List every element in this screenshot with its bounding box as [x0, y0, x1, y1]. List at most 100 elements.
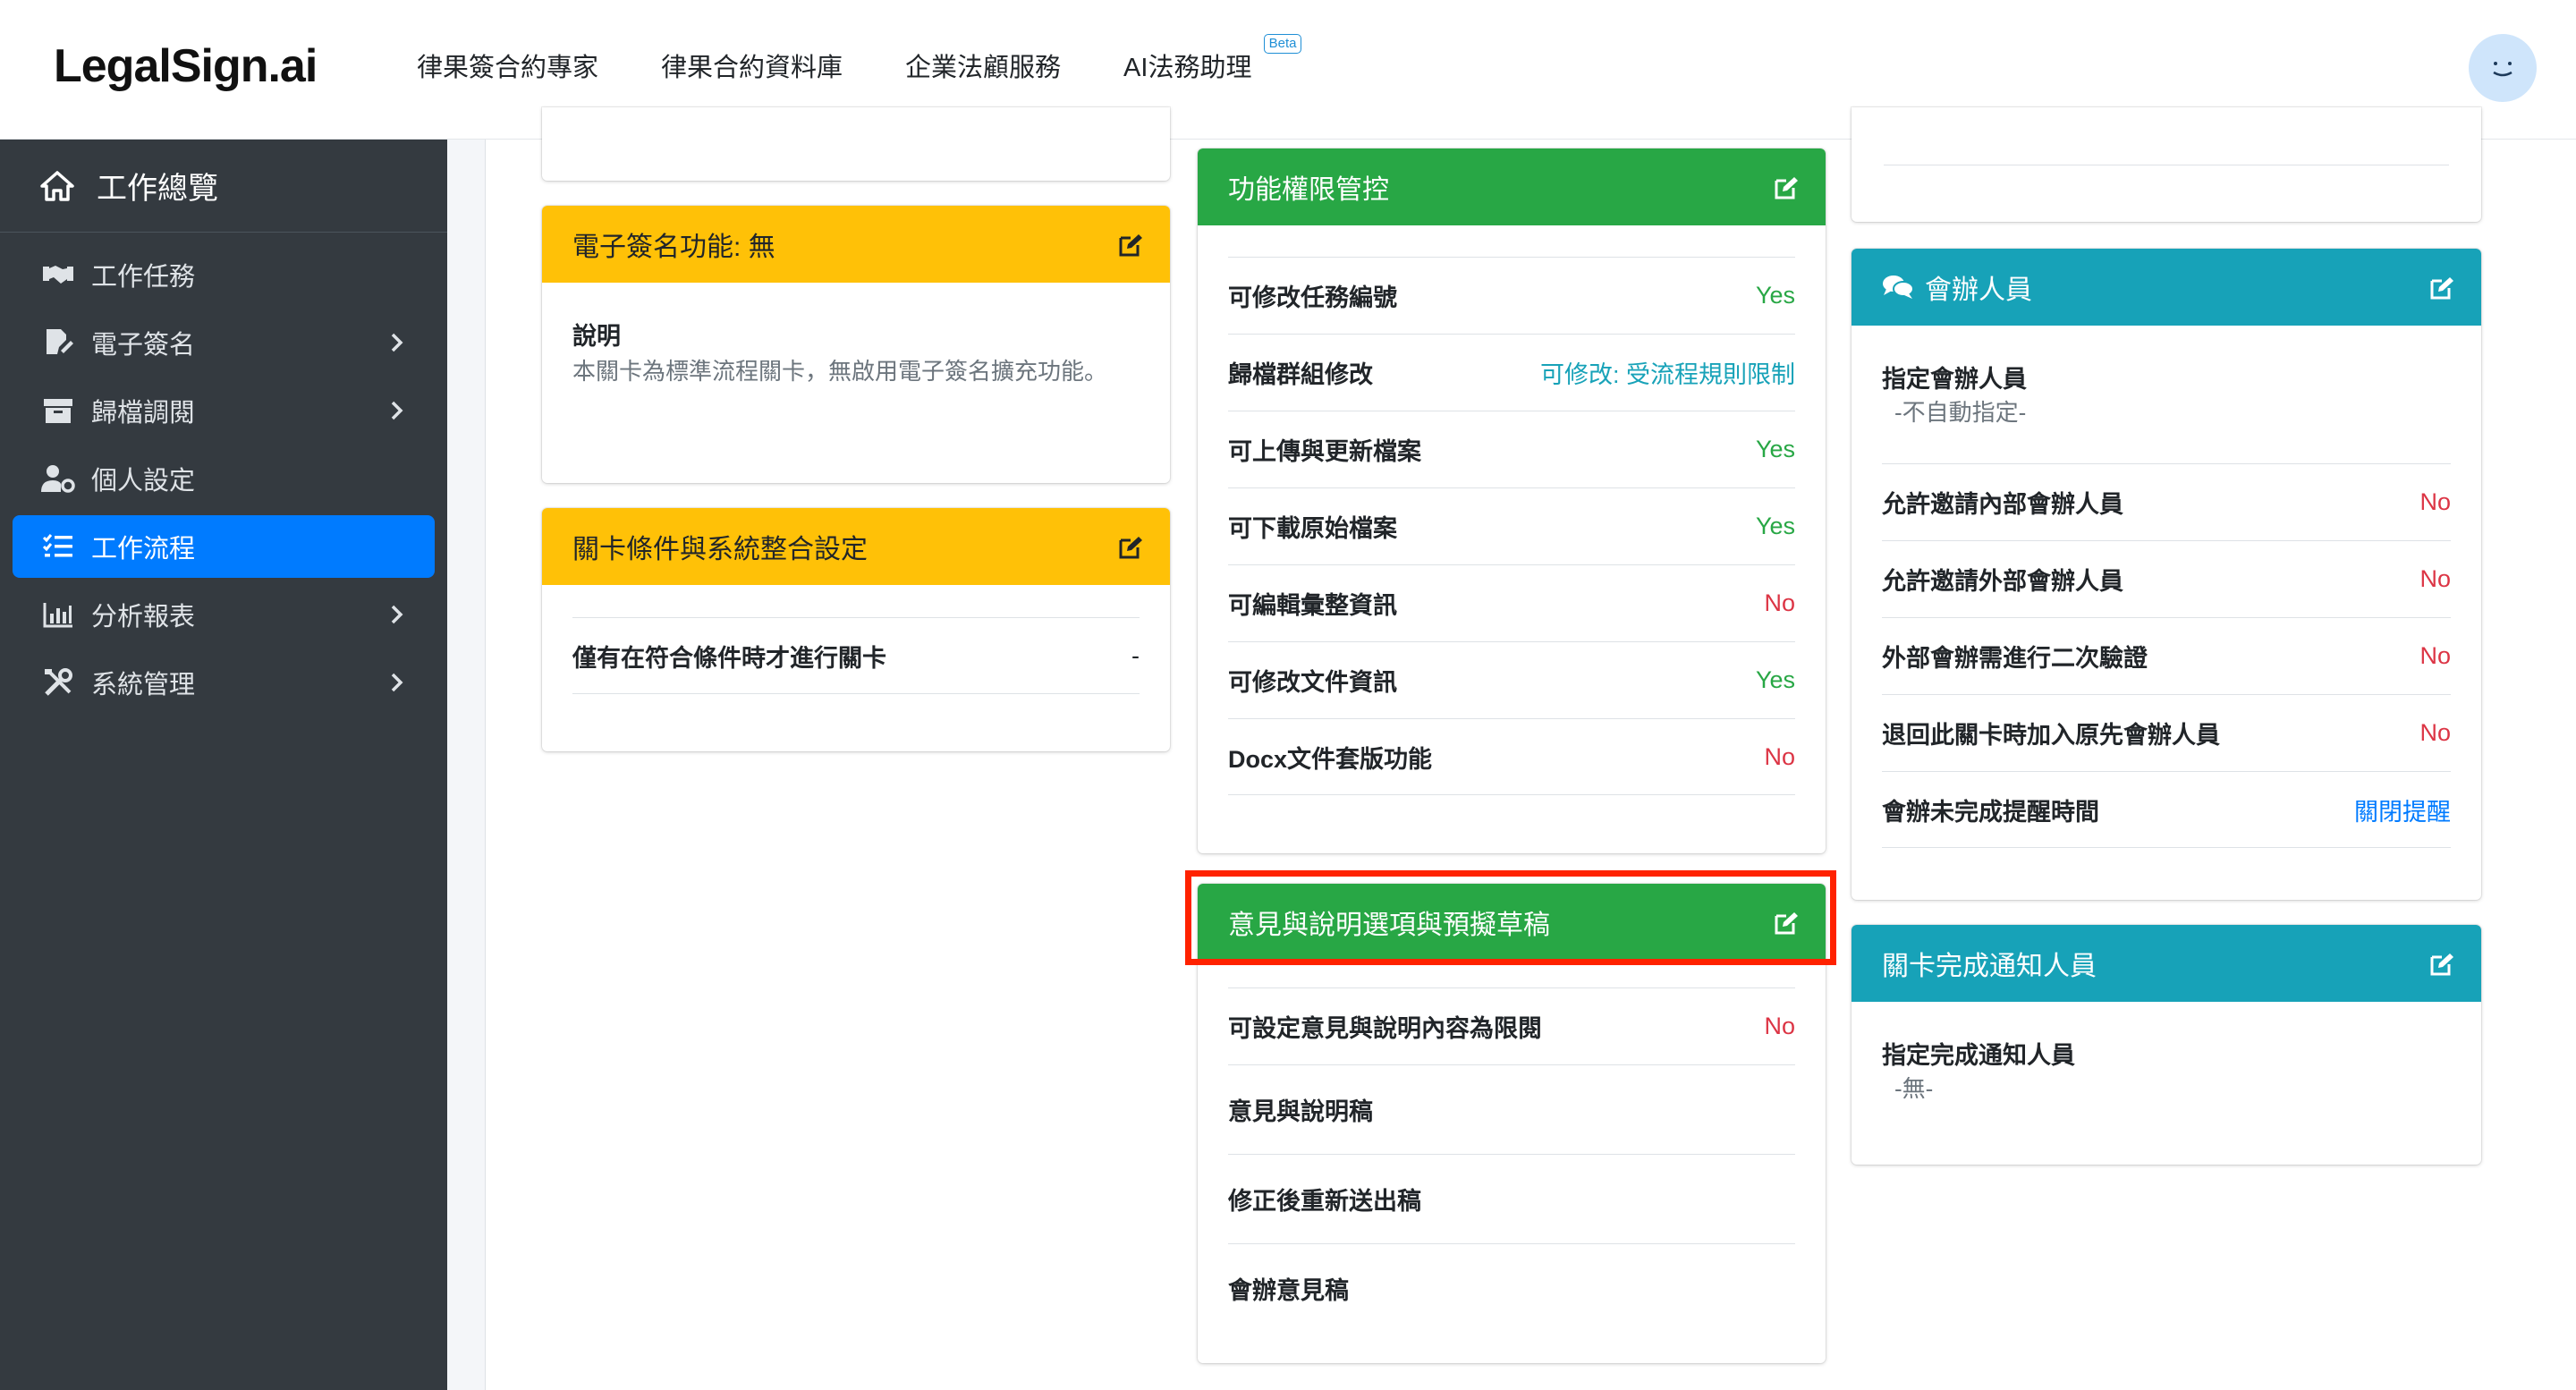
edit-icon[interactable]	[1118, 535, 1143, 560]
permission-row: 可上傳與更新檔案 Yes	[1228, 411, 1795, 487]
handshake-icon	[41, 259, 75, 290]
row-value: Yes	[1755, 666, 1795, 693]
row-value: No	[1764, 1013, 1795, 1039]
chart-icon	[41, 599, 75, 630]
beta-badge: Beta	[1263, 34, 1302, 54]
permission-row: 可修改文件資訊 Yes	[1228, 641, 1795, 718]
chevron-right-icon	[391, 333, 403, 352]
row-value: No	[1764, 589, 1795, 616]
permission-row: 歸檔群組修改 可修改: 受流程規則限制	[1228, 334, 1795, 411]
row-label: 允許邀請外部會辦人員	[1882, 568, 2123, 595]
row-value: No	[2419, 719, 2451, 746]
conditions-row: 僅有在符合條件時才進行關卡 -	[572, 617, 1140, 694]
user-avatar[interactable]	[2469, 34, 2537, 102]
row-label: 僅有在符合條件時才進行關卡	[572, 644, 886, 672]
cosign-card-header: 會辦人員	[1852, 249, 2481, 326]
chevron-right-icon	[391, 605, 403, 624]
row-label: 可設定意見與說明內容為限閱	[1228, 1015, 1542, 1042]
row-value: No	[2419, 488, 2451, 515]
comments-icon	[1883, 275, 1914, 299]
notify-card: 關卡完成通知人員 指定完成通知人員 -無-	[1852, 925, 2481, 1165]
reminder-link[interactable]: 關閉提醒	[2354, 792, 2451, 827]
cosign-row: 會辦未完成提醒時間 關閉提醒	[1882, 771, 2451, 848]
sidebar-item-tasks[interactable]: 工作任務	[13, 243, 435, 306]
sidebar-item-label: 歸檔調閱	[91, 399, 196, 428]
highlight-box	[1185, 870, 1836, 965]
sidebar-header[interactable]: 工作總覽	[0, 140, 447, 233]
previous-card-tail	[542, 107, 1170, 181]
permission-row: 可修改任務編號 Yes	[1228, 257, 1795, 334]
edit-icon[interactable]	[1118, 233, 1143, 258]
row-label: 可修改任務編號	[1228, 284, 1397, 311]
sidebar-item-label: 電子簽名	[91, 331, 196, 360]
row-label: 歸檔群組修改	[1228, 361, 1373, 388]
home-icon	[39, 170, 79, 202]
sidebar: 工作總覽 工作任務 電子簽名 歸檔調閱 個人設定 工作流程 分析報表 系統管理	[0, 140, 447, 1390]
sidebar-item-reports[interactable]: 分析報表	[13, 583, 435, 646]
chevron-right-icon	[391, 401, 403, 420]
edit-icon[interactable]	[2429, 275, 2454, 301]
row-label: 可上傳與更新檔案	[1228, 438, 1421, 465]
sidebar-item-personal-settings[interactable]: 個人設定	[13, 447, 435, 510]
edit-icon[interactable]	[2429, 952, 2454, 977]
row-label: 可編輯彙整資訊	[1228, 592, 1397, 619]
sidebar-title: 工作總覽	[97, 172, 218, 206]
opinion-row[interactable]: 修正後重新送出稿	[1228, 1154, 1795, 1243]
row-value: No	[2419, 642, 2451, 669]
row-value: Yes	[1755, 436, 1795, 462]
sidebar-item-esign[interactable]: 電子簽名	[13, 311, 435, 374]
esign-card-title: 電子簽名功能: 無	[572, 233, 775, 262]
permission-row: 可下載原始檔案 Yes	[1228, 487, 1795, 564]
row-label: 意見與說明稿	[1228, 1098, 1373, 1125]
nav-contract-expert[interactable]: 律果簽合約專家	[417, 47, 598, 84]
row-value: Yes	[1755, 282, 1795, 309]
sidebar-item-label: 個人設定	[91, 467, 196, 496]
row-label: 可下載原始檔案	[1228, 515, 1397, 542]
conditions-card: 關卡條件與系統整合設定 僅有在符合條件時才進行關卡 -	[542, 508, 1170, 751]
esign-desc-title: 說明	[572, 323, 621, 350]
row-label: Docx文件套版功能	[1228, 745, 1433, 773]
sidebar-item-label: 工作流程	[91, 535, 196, 564]
archive-icon	[41, 395, 75, 426]
nav-ai-assistant[interactable]: AI法務助理 Beta	[1123, 34, 1302, 84]
sidebar-item-system-admin[interactable]: 系統管理	[13, 651, 435, 714]
smiley-face-icon	[2493, 62, 2512, 77]
cosign-card-title: 會辦人員	[1925, 275, 2032, 305]
row-value: No	[1764, 742, 1795, 770]
previous-card-tail	[1852, 107, 2481, 222]
row-label: 允許邀請內部會辦人員	[1882, 491, 2123, 518]
nav-ai-assistant-label: AI法務助理	[1123, 54, 1252, 82]
sidebar-item-label: 工作任務	[91, 263, 196, 292]
cosign-assign: 指定會辦人員 -不自動指定-	[1882, 360, 2451, 463]
tasks-icon	[41, 531, 75, 562]
sidebar-item-archive[interactable]: 歸檔調閱	[13, 379, 435, 442]
permissions-card-header: 功能權限管控	[1198, 148, 1826, 225]
esign-desc-text: 本關卡為標準流程關卡，無啟用電子簽名擴充功能。	[572, 358, 1108, 385]
edit-icon[interactable]	[1774, 175, 1799, 200]
row-label: 會辦未完成提醒時間	[1882, 798, 2099, 826]
nav-legal-counsel[interactable]: 企業法顧服務	[905, 47, 1061, 84]
cosign-row: 退回此關卡時加入原先會辦人員 No	[1882, 694, 2451, 771]
opinion-row[interactable]: 會辦意見稿	[1228, 1243, 1795, 1333]
brand-logo[interactable]: LegalSign.ai	[54, 39, 318, 93]
user-cog-icon	[41, 463, 75, 494]
sidebar-item-label: 系統管理	[91, 671, 196, 699]
main-nav: 律果簽合約專家 律果合約資料庫 企業法顧服務 AI法務助理 Beta	[417, 34, 1314, 84]
notify-card-header: 關卡完成通知人員	[1852, 925, 2481, 1002]
esign-card-header: 電子簽名功能: 無	[542, 206, 1170, 283]
signature-icon	[41, 327, 75, 358]
tools-icon	[41, 667, 75, 698]
row-value: No	[2419, 565, 2451, 592]
row-label: 外部會辦需進行二次驗證	[1882, 645, 2148, 672]
opinion-row[interactable]: 意見與說明稿	[1228, 1064, 1795, 1154]
sidebar-item-workflow[interactable]: 工作流程	[13, 515, 435, 578]
nav-contract-database[interactable]: 律果合約資料庫	[661, 47, 843, 84]
notify-assign-value: -無-	[1894, 1075, 1934, 1102]
row-value: -	[1131, 641, 1140, 669]
cosign-card: 會辦人員 指定會辦人員 -不自動指定- 允許邀請內部會辦人員 No 允許邀請外部會…	[1852, 249, 2481, 900]
cosign-row: 允許邀請內部會辦人員 No	[1882, 463, 2451, 540]
sidebar-item-label: 分析報表	[91, 603, 196, 631]
chevron-right-icon	[391, 673, 403, 692]
row-label: 修正後重新送出稿	[1228, 1188, 1421, 1215]
cosign-assign-value: -不自動指定-	[1894, 399, 2027, 426]
